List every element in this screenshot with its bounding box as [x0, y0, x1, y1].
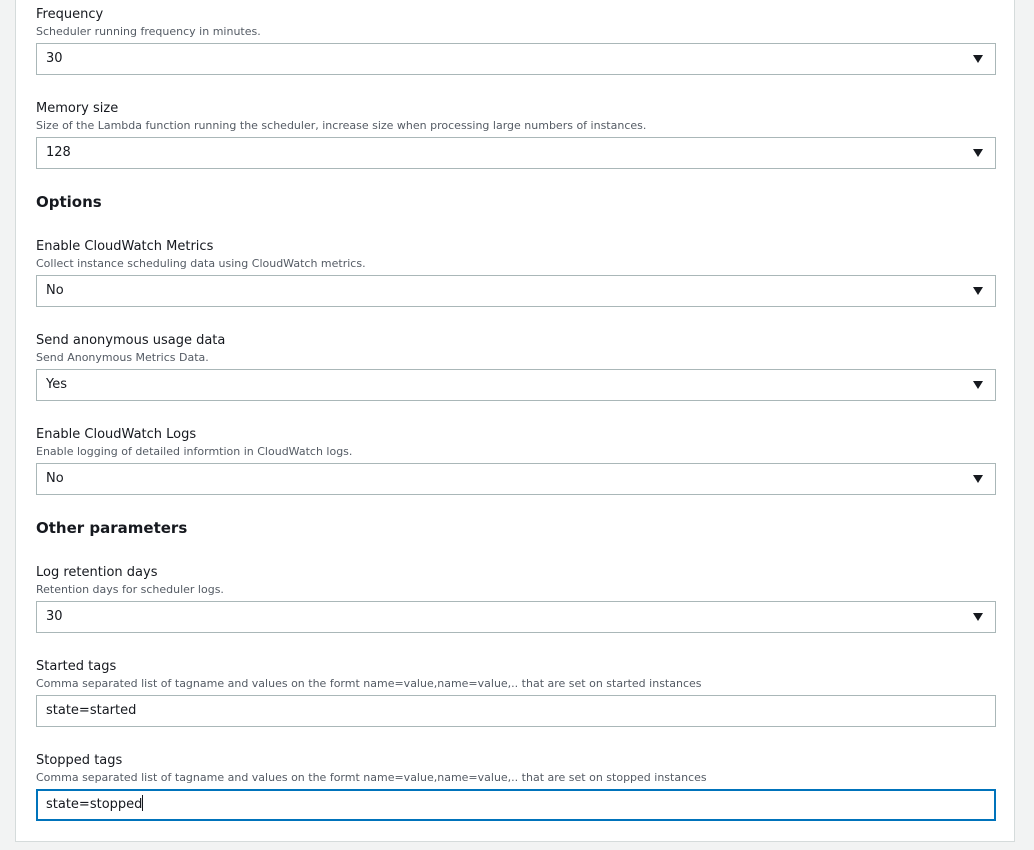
log-retention-value: 30 — [46, 609, 63, 624]
log-retention-description: Retention days for scheduler logs. — [36, 583, 224, 596]
caret-down-icon — [973, 149, 983, 157]
frequency-select[interactable]: 30 — [36, 43, 996, 75]
memory-size-select[interactable]: 128 — [36, 137, 996, 169]
stopped-tags-value: state=stopped — [46, 797, 143, 812]
started-tags-input[interactable]: state=started — [36, 695, 996, 727]
started-tags-description: Comma separated list of tagname and valu… — [36, 677, 702, 690]
memory-size-description: Size of the Lambda function running the … — [36, 119, 647, 132]
cloudwatch-metrics-description: Collect instance scheduling data using C… — [36, 257, 366, 270]
frequency-description: Scheduler running frequency in minutes. — [36, 25, 261, 38]
log-retention-select[interactable]: 30 — [36, 601, 996, 633]
caret-down-icon — [973, 55, 983, 63]
frequency-value: 30 — [46, 51, 63, 66]
stopped-tags-description: Comma separated list of tagname and valu… — [36, 771, 707, 784]
cloudwatch-logs-select[interactable]: No — [36, 463, 996, 495]
started-tags-value: state=started — [46, 703, 137, 718]
parameters-panel: Frequency Scheduler running frequency in… — [15, 0, 1015, 842]
cloudwatch-logs-description: Enable logging of detailed informtion in… — [36, 445, 353, 458]
cloudwatch-metrics-label: Enable CloudWatch Metrics — [36, 239, 214, 254]
started-tags-label: Started tags — [36, 659, 117, 674]
frequency-label: Frequency — [36, 7, 104, 22]
anonymous-usage-description: Send Anonymous Metrics Data. — [36, 351, 209, 364]
anonymous-usage-label: Send anonymous usage data — [36, 333, 226, 348]
stopped-tags-label: Stopped tags — [36, 753, 123, 768]
anonymous-usage-select[interactable]: Yes — [36, 369, 996, 401]
anonymous-usage-value: Yes — [46, 377, 67, 392]
cloudwatch-metrics-select[interactable]: No — [36, 275, 996, 307]
memory-size-value: 128 — [46, 145, 71, 160]
log-retention-label: Log retention days — [36, 565, 158, 580]
memory-size-label: Memory size — [36, 101, 119, 116]
caret-down-icon — [973, 381, 983, 389]
cloudwatch-logs-value: No — [46, 471, 64, 486]
stopped-tags-input[interactable]: state=stopped — [36, 789, 996, 821]
caret-down-icon — [973, 475, 983, 483]
cloudwatch-metrics-value: No — [46, 283, 64, 298]
caret-down-icon — [973, 287, 983, 295]
text-caret — [142, 795, 144, 811]
section-title-other-parameters: Other parameters — [36, 519, 188, 537]
section-title-options: Options — [36, 193, 102, 211]
cloudwatch-logs-label: Enable CloudWatch Logs — [36, 427, 197, 442]
caret-down-icon — [973, 613, 983, 621]
